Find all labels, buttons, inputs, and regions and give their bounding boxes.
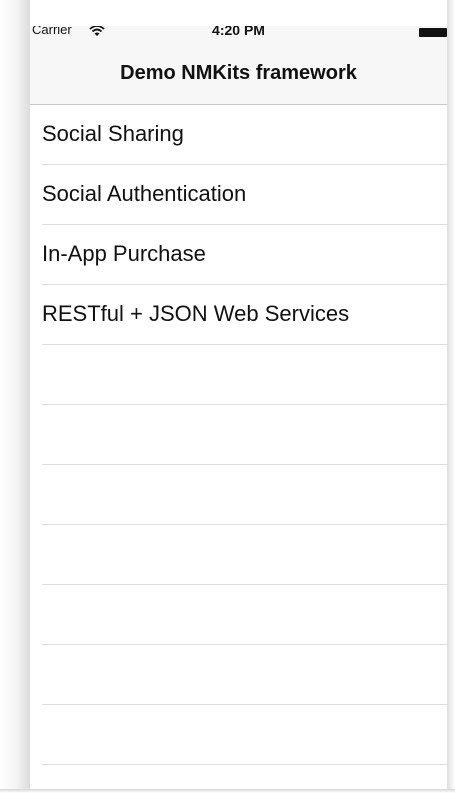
list-item-label: In-App Purchase [42, 241, 206, 266]
list-item-empty [42, 705, 447, 765]
frame-shadow-right [447, 0, 455, 793]
list-item-empty [42, 525, 447, 585]
list-item-social-sharing[interactable]: Social Sharing [42, 105, 447, 165]
table-view[interactable]: Social Sharing Social Authentication In-… [30, 105, 447, 765]
list-item-empty [42, 405, 447, 465]
frame-shadow-left [0, 0, 30, 793]
list-item-restful-json-web-services[interactable]: RESTful + JSON Web Services [42, 285, 447, 345]
list-item-social-authentication[interactable]: Social Authentication [42, 165, 447, 225]
status-time: 4:20 PM [212, 26, 265, 38]
list-item-label: Social Authentication [42, 181, 247, 206]
list-item-label: Social Sharing [42, 121, 184, 146]
navigation-bar: Carrier 4:20 PM Demo NMKits framework [30, 26, 447, 105]
list-item-empty [42, 465, 447, 525]
page-title: Demo NMKits framework [120, 62, 357, 84]
phone-screen: Carrier 4:20 PM Demo NMKits framework So… [30, 26, 447, 789]
list-item-label: RESTful + JSON Web Services [42, 301, 350, 326]
frame-shadow-bottom [0, 789, 455, 793]
list-item-empty [42, 645, 447, 705]
status-bar: Carrier 4:20 PM [30, 26, 447, 42]
list-item-empty [42, 585, 447, 645]
list-item-empty [42, 345, 447, 405]
battery-icon [419, 28, 447, 37]
screenshot-frame: Carrier 4:20 PM Demo NMKits framework So… [0, 0, 455, 793]
list-item-in-app-purchase[interactable]: In-App Purchase [42, 225, 447, 285]
